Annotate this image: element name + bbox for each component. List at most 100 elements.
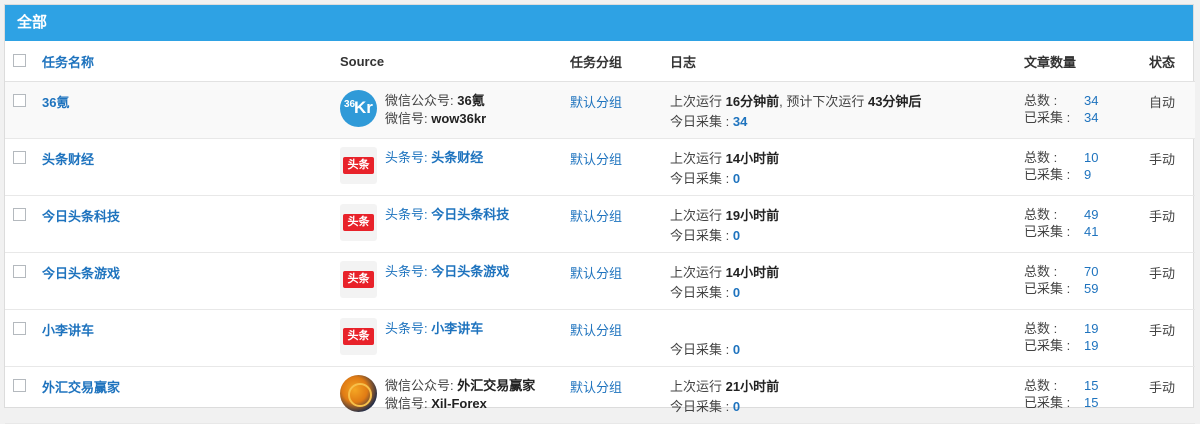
last-run-label: 上次运行 <box>670 94 723 109</box>
row-checkbox[interactable] <box>13 379 26 392</box>
total-value[interactable]: 34 <box>1084 92 1098 109</box>
row-checkbox[interactable] <box>13 94 26 107</box>
last-run-line: 上次运行 19小时前 <box>670 206 1022 226</box>
table-header-row: 任务名称 Source 任务分组 日志 文章数量 状态 <box>5 41 1195 82</box>
column-header-source: Source <box>339 41 569 82</box>
source-wechat-id: 微信号: Xil-Forex <box>385 395 535 413</box>
today-collected-line: 今日采集 : 0 <box>670 340 1022 360</box>
select-all-checkbox[interactable] <box>13 54 26 67</box>
source-value: 今日头条游戏 <box>431 264 510 279</box>
row-checkbox[interactable] <box>13 151 26 164</box>
source-id-value: wow36kr <box>431 111 487 126</box>
collected-value[interactable]: 41 <box>1084 223 1098 240</box>
36kr-logo-icon: 36 Kr <box>340 90 377 127</box>
column-header-count: 文章数量 <box>1023 41 1148 82</box>
collected-value[interactable]: 19 <box>1084 337 1098 354</box>
column-header-group: 任务分组 <box>569 41 669 82</box>
today-collected-label: 今日采集 : <box>670 399 730 414</box>
source-label: 头条号: <box>385 150 428 165</box>
task-group-link[interactable]: 默认分组 <box>570 95 622 110</box>
last-run-line: 上次运行 16分钟前, 预计下次运行 43分钟后 <box>670 92 1022 112</box>
column-header-log: 日志 <box>669 41 1023 82</box>
table-row: 外汇交易赢家 微信公众号: 外汇交易赢家 微信号: Xil-Forex 默认分组 上次运… <box>5 366 1195 424</box>
task-group-link[interactable]: 默认分组 <box>570 152 622 167</box>
toutiao-logo-icon: 头条 <box>340 261 377 298</box>
source-value: 今日头条科技 <box>431 207 510 222</box>
next-run-value: 43分钟后 <box>867 94 922 109</box>
forex-logo-icon <box>340 375 377 412</box>
source-account[interactable]: 头条号: 今日头条游戏 <box>385 263 509 281</box>
last-run-value: 16分钟前 <box>725 94 780 109</box>
source-account: 微信公众号: 36氪 <box>385 92 486 110</box>
collected-value[interactable]: 9 <box>1084 166 1091 183</box>
today-collected-line: 今日采集 : 0 <box>670 169 1022 189</box>
source-value: 外汇交易赢家 <box>457 378 536 393</box>
last-run-label: 上次运行 <box>670 151 723 166</box>
today-collected-line: 今日采集 : 0 <box>670 226 1022 246</box>
source-label: 头条号: <box>385 207 428 222</box>
task-name-link[interactable]: 36氪 <box>42 95 69 110</box>
toutiao-logo-text: 头条 <box>343 157 374 174</box>
source-value: 36氪 <box>457 93 485 108</box>
last-run-label: 上次运行 <box>670 265 723 280</box>
today-collected-value: 0 <box>732 399 741 414</box>
last-run-value: 19小时前 <box>725 208 780 223</box>
source-value: 小李讲车 <box>431 321 484 336</box>
task-name-link[interactable]: 小李讲车 <box>42 323 94 338</box>
total-label: 总数 : <box>1024 378 1058 393</box>
task-name-link[interactable]: 今日头条游戏 <box>42 266 120 281</box>
last-run-line: 上次运行 14小时前 <box>670 149 1022 169</box>
source-id-label: 微信号: <box>385 396 428 411</box>
task-group-link[interactable]: 默认分组 <box>570 380 622 395</box>
source-account[interactable]: 头条号: 今日头条科技 <box>385 206 509 224</box>
today-collected-label: 今日采集 : <box>670 114 730 129</box>
task-table: 任务名称 Source 任务分组 日志 文章数量 状态 36氪 36 Kr 微信公众号… <box>5 41 1195 424</box>
task-group-link[interactable]: 默认分组 <box>570 266 622 281</box>
today-collected-label: 今日采集 : <box>670 228 730 243</box>
total-value[interactable]: 49 <box>1084 206 1098 223</box>
collected-label: 已采集 : <box>1024 395 1071 410</box>
today-collected-line: 今日采集 : 34 <box>670 112 1022 132</box>
total-label: 总数 : <box>1024 207 1058 222</box>
collected-value[interactable]: 59 <box>1084 280 1098 297</box>
column-header-status: 状态 <box>1148 41 1195 82</box>
total-value[interactable]: 70 <box>1084 263 1098 280</box>
last-run-value: 14小时前 <box>725 265 780 280</box>
total-value[interactable]: 19 <box>1084 320 1098 337</box>
task-group-link[interactable]: 默认分组 <box>570 323 622 338</box>
status-text: 手动 <box>1149 266 1176 281</box>
total-value[interactable]: 10 <box>1084 149 1098 166</box>
table-row: 36氪 36 Kr 微信公众号: 36氪 微信号: wow36kr 默认分组 上次运行 16… <box>5 81 1195 139</box>
collected-value[interactable]: 15 <box>1084 394 1098 411</box>
last-run-line: 上次运行 21小时前 <box>670 377 1022 397</box>
collected-label: 已采集 : <box>1024 224 1071 239</box>
toutiao-logo-icon: 头条 <box>340 318 377 355</box>
task-name-link[interactable]: 今日头条科技 <box>42 209 120 224</box>
row-checkbox[interactable] <box>13 265 26 278</box>
row-checkbox[interactable] <box>13 208 26 221</box>
last-run-value: 14小时前 <box>725 151 780 166</box>
today-collected-value: 34 <box>732 114 748 129</box>
source-id-label: 微信号: <box>385 111 428 126</box>
task-group-link[interactable]: 默认分组 <box>570 209 622 224</box>
source-account[interactable]: 头条号: 小李讲车 <box>385 320 483 338</box>
table-row: 头条财经 头条 头条号: 头条财经 默认分组 上次运行 14小时前 今日采集 : 0 总数 … <box>5 138 1195 196</box>
toutiao-logo-text: 头条 <box>343 214 374 231</box>
table-row: 今日头条游戏 头条 头条号: 今日头条游戏 默认分组 上次运行 14小时前 今日采集 : … <box>5 252 1195 310</box>
toutiao-logo-text: 头条 <box>343 328 374 345</box>
task-name-link[interactable]: 外汇交易赢家 <box>42 380 120 395</box>
collected-value[interactable]: 34 <box>1084 109 1098 126</box>
source-id-value: Xil-Forex <box>431 396 487 411</box>
today-collected-value: 0 <box>732 285 741 300</box>
status-text: 手动 <box>1149 380 1176 395</box>
column-header-name[interactable]: 任务名称 <box>41 41 339 82</box>
toutiao-logo-icon: 头条 <box>340 204 377 241</box>
today-collected-label: 今日采集 : <box>670 285 730 300</box>
task-name-link[interactable]: 头条财经 <box>42 152 94 167</box>
last-run-label: 上次运行 <box>670 208 723 223</box>
source-label: 微信公众号: <box>385 93 454 108</box>
total-value[interactable]: 15 <box>1084 377 1098 394</box>
source-account[interactable]: 头条号: 头条财经 <box>385 149 483 167</box>
row-checkbox[interactable] <box>13 322 26 335</box>
collected-label: 已采集 : <box>1024 167 1071 182</box>
